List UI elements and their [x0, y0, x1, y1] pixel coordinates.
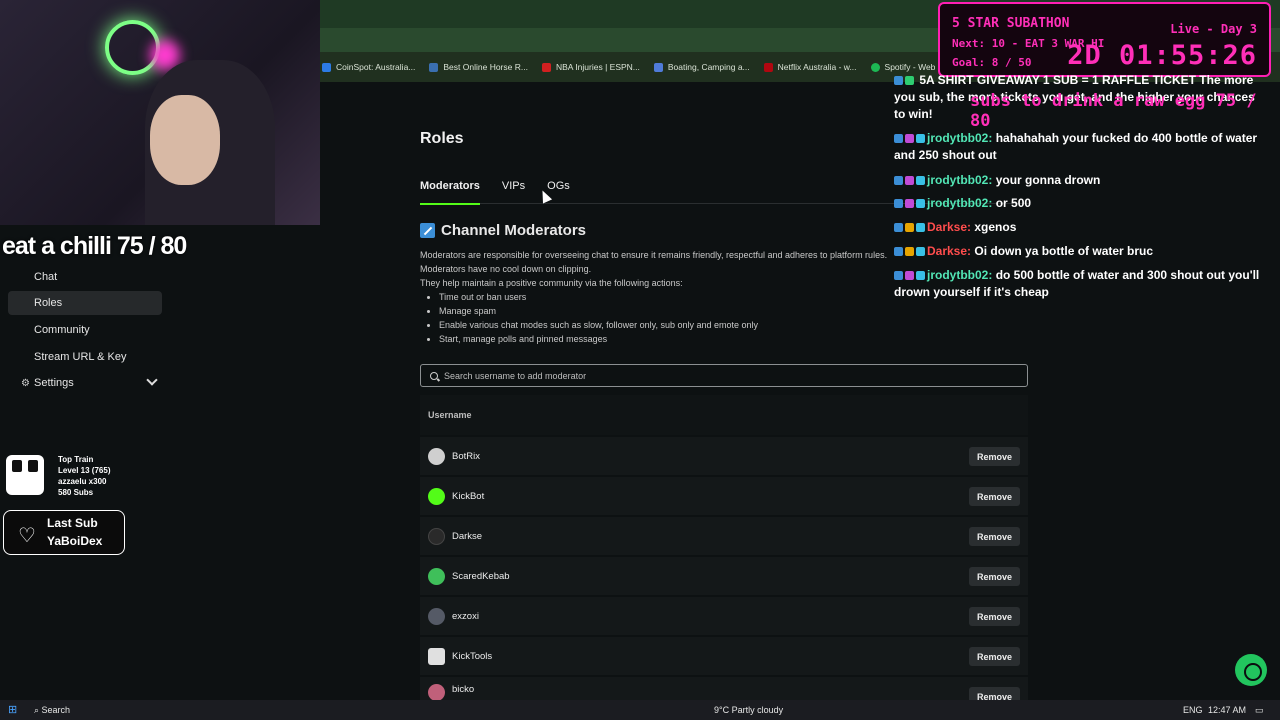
list-item: Start, manage polls and pinned messages: [439, 332, 980, 346]
avatar: [428, 447, 445, 465]
clock[interactable]: 12:47 AM: [1208, 705, 1246, 715]
windows-taskbar: ⊞ ⌕ Search 9°C Partly cloudy ENG 12:47 A…: [0, 700, 1280, 720]
webcam-feed: [0, 0, 320, 225]
notification-icon[interactable]: ▭: [1255, 705, 1264, 716]
top-train-widget: Top Train Level 13 (765) azzaelu x300 58…: [6, 455, 166, 500]
remove-button[interactable]: Remove: [968, 567, 1020, 586]
table-row: bicko Remove: [420, 677, 1028, 706]
taskbar-search[interactable]: ⌕ Search: [34, 705, 70, 716]
sidebar-item-community[interactable]: Community: [8, 318, 162, 342]
search-icon: [430, 371, 438, 380]
gear-icon: ⚙: [21, 378, 30, 389]
sword-icon: [420, 223, 435, 238]
chat-message: jrodytbb02: do 500 bottle of water and 3…: [894, 268, 1260, 299]
support-chat-button[interactable]: [1235, 654, 1267, 686]
bookmark-boating[interactable]: Boating, Camping a...: [653, 62, 750, 72]
heart-icon: ♡: [18, 525, 36, 547]
avatar: [428, 567, 445, 585]
chat-message: jrodytbb02: or 500: [894, 195, 1264, 212]
chevron-down-icon[interactable]: [146, 374, 158, 386]
remove-button[interactable]: Remove: [968, 487, 1020, 506]
remove-button[interactable]: Remove: [968, 527, 1020, 546]
avatar: [428, 684, 445, 701]
table-row: ScaredKebab Remove: [420, 557, 1028, 595]
table-row: KickBot Remove: [420, 477, 1028, 515]
tab-moderators[interactable]: Moderators: [420, 180, 480, 205]
table-row: exzoxi Remove: [420, 597, 1028, 635]
bookmark-coinspot[interactable]: CoinSpot: Australia...: [322, 62, 415, 72]
table-row: Darkse Remove: [420, 517, 1028, 555]
sidebar-item-chat[interactable]: Chat: [8, 265, 162, 289]
subathon-widget: 5 STAR SUBATHON Next: 10 - EAT 3 WAR HI …: [938, 2, 1271, 77]
last-sub-widget: ♡ Last Sub YaBoiDex: [3, 510, 125, 555]
sidebar-item-roles[interactable]: Roles: [8, 291, 162, 315]
bookmark-netflix[interactable]: Netflix Australia - w...: [763, 62, 857, 72]
train-icon: [6, 455, 44, 495]
remove-button[interactable]: Remove: [968, 447, 1020, 466]
chat-message: jrodytbb02: your gonna drown: [894, 172, 1264, 189]
tab-ogs[interactable]: OGs: [547, 180, 570, 204]
subathon-timer: 2D 01:55:26: [1067, 40, 1257, 71]
search-input[interactable]: Search username to add moderator: [420, 364, 1028, 387]
list-item: Enable various chat modes such as slow, …: [439, 318, 980, 332]
sidebar-item-stream-url[interactable]: Stream URL & Key: [8, 345, 162, 369]
remove-button[interactable]: Remove: [968, 607, 1020, 626]
chat-message: Darkse: Oi down ya bottle of water bruc: [894, 243, 1264, 260]
avatar: [428, 647, 445, 665]
remove-button[interactable]: Remove: [968, 647, 1020, 666]
avatar: [428, 607, 445, 625]
bookmark-nba-injuries[interactable]: NBA Injuries | ESPN...: [541, 62, 640, 72]
table-header: Username: [420, 395, 1028, 435]
weather-widget[interactable]: 9°C Partly cloudy: [714, 705, 783, 715]
avatar: [428, 527, 445, 545]
language-indicator[interactable]: ENG: [1183, 705, 1203, 715]
list-item: Manage spam: [439, 304, 980, 318]
raw-egg-goal: subs to drink a raw egg 75 / 80: [970, 91, 1257, 131]
chat-message: jrodytbb02: hahahahah your fucked do 400…: [894, 131, 1258, 162]
avatar: [428, 487, 445, 505]
windows-start-icon[interactable]: ⊞: [8, 703, 17, 716]
table-row: KickTools Remove: [420, 637, 1028, 675]
goal-text: eat a chilli 75 / 80: [2, 232, 187, 260]
tab-vips[interactable]: VIPs: [502, 180, 525, 204]
chat-message: Darkse: xgenos: [894, 219, 1264, 236]
section-title: Channel Moderators: [420, 222, 586, 239]
sidebar-item-settings[interactable]: ⚙ Settings: [8, 371, 162, 395]
table-row: BotRix Remove: [420, 437, 1028, 475]
bookmark-horse-racing[interactable]: Best Online Horse R...: [429, 62, 528, 72]
